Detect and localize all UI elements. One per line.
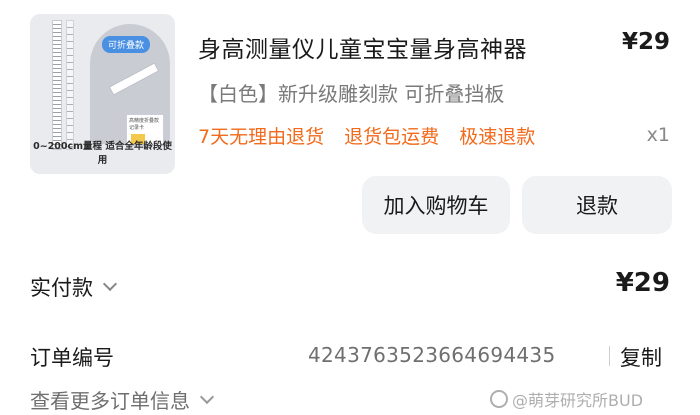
thumbnail-caption: 0~200cm量程 适合全年龄段使用 <box>33 141 172 166</box>
watermark-text: @萌芽研究所BUD <box>512 391 644 410</box>
refund-button[interactable]: 退款 <box>522 176 672 234</box>
divider <box>609 346 610 366</box>
order-number: 4243763523664694435 <box>308 343 556 367</box>
promo-tag: 7天无理由退货 <box>198 126 325 148</box>
product-price: ¥29 <box>621 29 670 55</box>
paid-amount-toggle[interactable]: 实付款 <box>30 272 118 302</box>
promo-tags: 7天无理由退货 退货包运费 极速退款 <box>198 122 549 149</box>
promo-tag: 退货包运费 <box>344 126 440 148</box>
product-quantity: x1 <box>646 124 670 146</box>
ruler-graphic <box>52 20 62 150</box>
order-item-card[interactable]: 可折叠款 高精度折叠款 记录卡 0~200cm量程 适合全年龄段使用 身高测量仪… <box>30 14 680 174</box>
add-to-cart-button[interactable]: 加入购物车 <box>362 176 510 234</box>
ruler-scale-graphic <box>66 20 74 150</box>
product-title[interactable]: 身高测量仪儿童宝宝量身高神器 <box>198 30 527 64</box>
product-thumbnail[interactable]: 可折叠款 高精度折叠款 记录卡 0~200cm量程 适合全年龄段使用 <box>30 14 175 174</box>
more-order-info-label: 查看更多订单信息 <box>30 389 190 413</box>
chevron-down-icon <box>199 389 215 404</box>
product-variant: 【白色】新升级雕刻款 可折叠挡板 <box>198 82 505 106</box>
more-order-info-link[interactable]: 查看更多订单信息 <box>30 385 215 414</box>
paid-label: 实付款 <box>30 276 93 300</box>
order-number-label: 订单编号 <box>30 346 114 370</box>
paid-amount: ¥29 <box>615 268 670 298</box>
thumbnail-badge: 可折叠款 <box>102 36 151 53</box>
promo-tag: 极速退款 <box>459 126 536 148</box>
copy-order-number-button[interactable]: 复制 <box>620 342 662 372</box>
weibo-logo-icon <box>490 390 508 408</box>
record-card-text: 高精度折叠款 记录卡 <box>129 118 160 131</box>
chevron-down-icon <box>102 276 118 292</box>
watermark: @萌芽研究所BUD <box>490 387 643 411</box>
